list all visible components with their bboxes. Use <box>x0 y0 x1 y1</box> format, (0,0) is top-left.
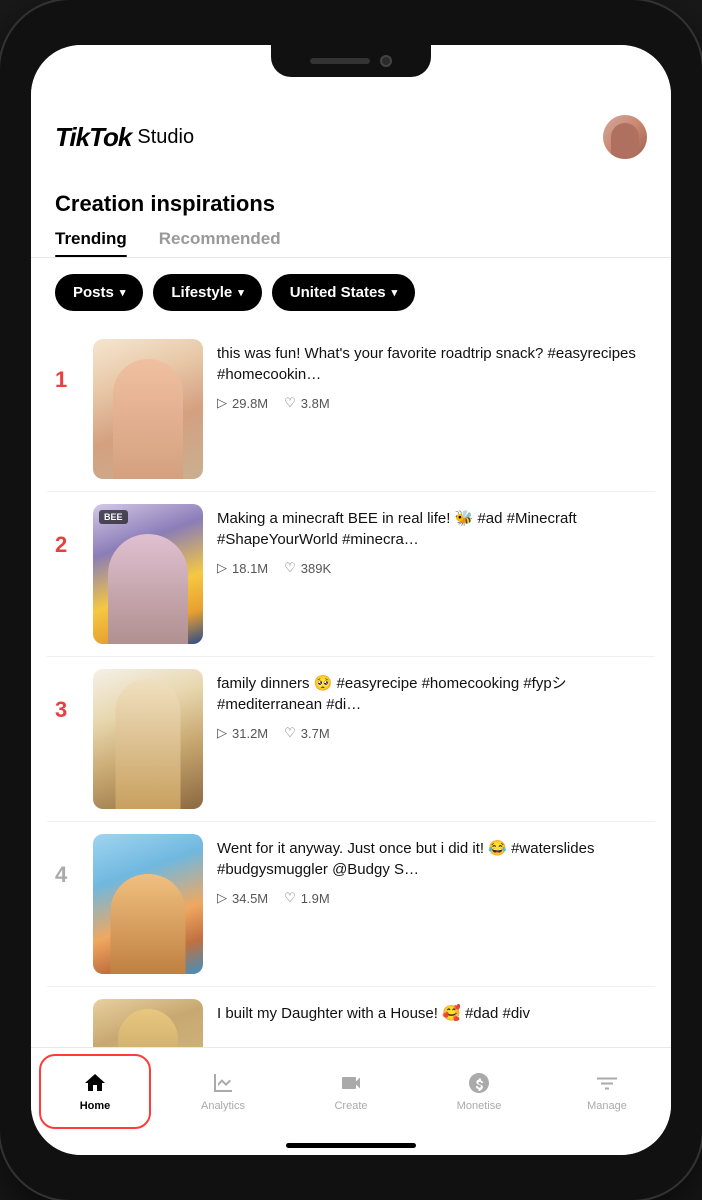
item-stats: ▷ 29.8M ♡ 3.8M <box>217 395 647 411</box>
nav-analytics-label: Analytics <box>201 1100 245 1112</box>
item-stats: ▷ 34.5M ♡ 1.9M <box>217 890 647 906</box>
phone-frame: TikTok Studio Creation inspirations Tren… <box>0 0 702 1200</box>
like-count: ♡ 3.7M <box>284 725 330 741</box>
item-caption: this was fun! What's your favorite roadt… <box>217 343 647 385</box>
like-count: ♡ 389K <box>284 560 331 576</box>
item-info: family dinners 🥺 #easyrecipe #homecookin… <box>217 669 647 741</box>
nav-monetise[interactable]: Monetise <box>415 1048 543 1135</box>
play-icon: ▷ <box>217 395 227 411</box>
filter-posts[interactable]: Posts ▾ <box>55 274 143 311</box>
home-indicator <box>286 1143 416 1148</box>
content-tabs: Trending Recommended <box>31 217 671 257</box>
nav-manage[interactable]: Manage <box>543 1048 671 1135</box>
table-row[interactable]: 1 this was fun! What's your favorite roa… <box>47 327 655 492</box>
active-indicator <box>39 1054 151 1129</box>
like-count: ♡ 1.9M <box>284 890 330 906</box>
main-content: Creation inspirations Trending Recommend… <box>31 171 671 1047</box>
view-count: ▷ 34.5M <box>217 890 268 906</box>
chevron-down-icon: ▾ <box>392 286 398 299</box>
table-row[interactable]: I built my Daughter with a House! 🥰 #dad… <box>47 987 655 1047</box>
thumbnail-overlay-label: BEE <box>99 510 128 524</box>
chevron-down-icon: ▾ <box>238 286 244 299</box>
tab-trending[interactable]: Trending <box>55 229 127 257</box>
item-info: Went for it anyway. Just once but i did … <box>217 834 647 906</box>
video-thumbnail: BEE <box>93 504 203 644</box>
video-thumbnail <box>93 834 203 974</box>
video-thumbnail <box>93 339 203 479</box>
view-count: ▷ 31.2M <box>217 725 268 741</box>
item-caption: I built my Daughter with a House! 🥰 #dad… <box>217 1003 647 1024</box>
logo-studio: Studio <box>137 126 194 149</box>
nav-create-label: Create <box>334 1100 367 1112</box>
video-thumbnail <box>93 669 203 809</box>
play-icon: ▷ <box>217 560 227 576</box>
thumbnail-figure <box>113 359 183 479</box>
view-count: ▷ 29.8M <box>217 395 268 411</box>
thumbnail-figure <box>111 874 186 974</box>
thumbnail-figure <box>116 679 181 809</box>
logo-tiktok: TikTok <box>55 122 131 153</box>
avatar-figure <box>611 123 639 159</box>
section-title: Creation inspirations <box>31 171 671 217</box>
item-stats: ▷ 31.2M ♡ 3.7M <box>217 725 647 741</box>
bottom-navigation: Home Analytics Create Monetise <box>31 1047 671 1135</box>
filter-lifestyle[interactable]: Lifestyle ▾ <box>153 274 261 311</box>
nav-manage-label: Manage <box>587 1100 627 1112</box>
rank-number: 2 <box>55 504 79 558</box>
heart-icon: ♡ <box>284 890 296 906</box>
item-info: Making a minecraft BEE in real life! 🐝 #… <box>217 504 647 576</box>
table-row[interactable]: 3 family dinners 🥺 #easyrecipe #homecook… <box>47 657 655 822</box>
play-icon: ▷ <box>217 725 227 741</box>
heart-icon: ♡ <box>284 395 296 411</box>
tab-divider <box>31 257 671 258</box>
item-caption: Making a minecraft BEE in real life! 🐝 #… <box>217 508 647 550</box>
table-row[interactable]: 2 BEE Making a minecraft BEE in real lif… <box>47 492 655 657</box>
app-header: TikTok Studio <box>31 105 671 171</box>
trending-list: 1 this was fun! What's your favorite roa… <box>31 327 671 1047</box>
tab-recommended[interactable]: Recommended <box>159 229 281 257</box>
item-stats: ▷ 18.1M ♡ 389K <box>217 560 647 576</box>
filter-bar: Posts ▾ Lifestyle ▾ United States ▾ <box>31 274 671 327</box>
rank-number: 4 <box>55 834 79 888</box>
filter-country[interactable]: United States ▾ <box>272 274 415 311</box>
rank-number <box>55 999 79 1019</box>
notch <box>271 45 431 77</box>
create-icon <box>339 1071 363 1095</box>
monetise-icon <box>467 1071 491 1095</box>
app-logo: TikTok Studio <box>55 122 194 153</box>
like-count: ♡ 3.8M <box>284 395 330 411</box>
status-bar <box>31 45 671 105</box>
view-count: ▷ 18.1M <box>217 560 268 576</box>
nav-home[interactable]: Home <box>31 1048 159 1135</box>
heart-icon: ♡ <box>284 725 296 741</box>
speaker <box>310 58 370 64</box>
play-icon: ▷ <box>217 890 227 906</box>
analytics-icon <box>211 1071 235 1095</box>
chevron-down-icon: ▾ <box>120 286 126 299</box>
table-row[interactable]: 4 Went for it anyway. Just once but i di… <box>47 822 655 987</box>
manage-icon <box>595 1071 619 1095</box>
nav-create[interactable]: Create <box>287 1048 415 1135</box>
item-caption: Went for it anyway. Just once but i did … <box>217 838 647 880</box>
phone-screen: TikTok Studio Creation inspirations Tren… <box>31 45 671 1155</box>
item-caption: family dinners 🥺 #easyrecipe #homecookin… <box>217 673 647 715</box>
camera <box>380 55 392 67</box>
thumbnail-figure <box>108 534 188 644</box>
rank-number: 3 <box>55 669 79 723</box>
item-info: this was fun! What's your favorite roadt… <box>217 339 647 411</box>
video-thumbnail <box>93 999 203 1047</box>
nav-analytics[interactable]: Analytics <box>159 1048 287 1135</box>
nav-monetise-label: Monetise <box>457 1100 502 1112</box>
item-info: I built my Daughter with a House! 🥰 #dad… <box>217 999 647 1034</box>
heart-icon: ♡ <box>284 560 296 576</box>
user-avatar[interactable] <box>603 115 647 159</box>
thumbnail-figure <box>118 1009 178 1047</box>
home-indicator-bar <box>31 1135 671 1155</box>
rank-number: 1 <box>55 339 79 393</box>
